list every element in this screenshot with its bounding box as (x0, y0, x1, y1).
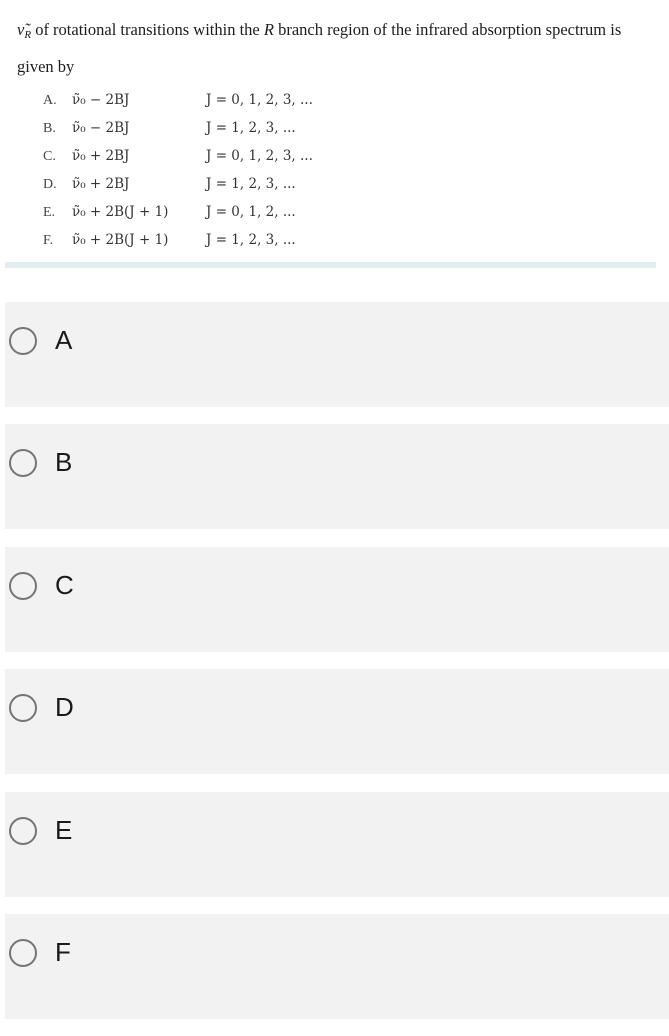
wavenumber-symbol: ν̃R (17, 20, 32, 41)
choice-row: A. ν̃₀ − 2BJ J = 0, 1, 2, 3, ... (43, 86, 313, 114)
choice-letter: B. (43, 121, 56, 136)
radio-button[interactable] (9, 817, 37, 845)
choice-expression: ν̃₀ + 2B(J + 1) (72, 204, 169, 220)
choice-letter: F. (43, 233, 54, 248)
choice-row: D. ν̃₀ + 2BJ J = 1, 2, 3, ... (43, 170, 296, 198)
question-card: ν̃R of rotational transitions within the… (5, 0, 656, 268)
choice-expression: ν̃₀ + 2BJ (72, 176, 130, 192)
option-label: D (55, 692, 74, 722)
choice-range: J = 1, 2, 3, ... (206, 120, 296, 136)
answer-option-b[interactable]: B (5, 424, 669, 529)
choice-row: B. ν̃₀ − 2BJ J = 1, 2, 3, ... (43, 114, 296, 142)
choice-expression: ν̃₀ − 2BJ (72, 92, 130, 108)
choice-range: J = 0, 1, 2, ... (206, 204, 296, 220)
choice-letter: D. (43, 177, 57, 192)
stem-text-2: branch region of the infrared absorption… (273, 20, 622, 39)
radio-button[interactable] (9, 939, 37, 967)
choice-expression: ν̃₀ + 2B(J + 1) (72, 232, 169, 248)
option-label: B (55, 447, 73, 477)
choice-table: A. ν̃₀ − 2BJ J = 0, 1, 2, 3, ... B. ν̃₀ … (43, 86, 313, 254)
choice-row: E. ν̃₀ + 2B(J + 1) J = 0, 1, 2, ... (43, 198, 296, 226)
radio-button[interactable] (9, 572, 37, 600)
choice-letter: A. (43, 93, 57, 108)
choice-expression: ν̃₀ + 2BJ (72, 148, 130, 164)
question-stem: ν̃R of rotational transitions within the… (17, 14, 667, 82)
option-label: F (55, 937, 71, 967)
radio-button[interactable] (9, 694, 37, 722)
answer-option-a[interactable]: A (5, 302, 669, 407)
choice-range: J = 1, 2, 3, ... (206, 232, 296, 248)
option-label: C (55, 570, 74, 600)
answer-option-c[interactable]: C (5, 547, 669, 652)
choice-letter: E. (43, 205, 56, 220)
radio-button[interactable] (9, 449, 37, 477)
answer-option-d[interactable]: D (5, 669, 669, 774)
choice-range: J = 1, 2, 3, ... (206, 176, 296, 192)
answer-option-f[interactable]: F (5, 914, 669, 1019)
stem-branch-letter: R (263, 20, 274, 39)
option-label: E (55, 815, 73, 845)
stem-text-line2: given by (17, 57, 75, 76)
choice-row: F. ν̃₀ + 2B(J + 1) J = 1, 2, 3, ... (43, 226, 296, 254)
choice-row: C. ν̃₀ + 2BJ J = 0, 1, 2, 3, ... (43, 142, 313, 170)
answer-option-e[interactable]: E (5, 792, 669, 897)
choice-expression: ν̃₀ − 2BJ (72, 120, 130, 136)
stem-text-1: of rotational transitions within the (31, 20, 264, 39)
choice-range: J = 0, 1, 2, 3, ... (206, 148, 313, 164)
question-image: ν̃R of rotational transitions within the… (5, 0, 656, 262)
radio-button[interactable] (9, 327, 37, 355)
choice-letter: C. (43, 149, 56, 164)
choice-range: J = 0, 1, 2, 3, ... (206, 92, 313, 108)
option-label: A (55, 325, 73, 355)
